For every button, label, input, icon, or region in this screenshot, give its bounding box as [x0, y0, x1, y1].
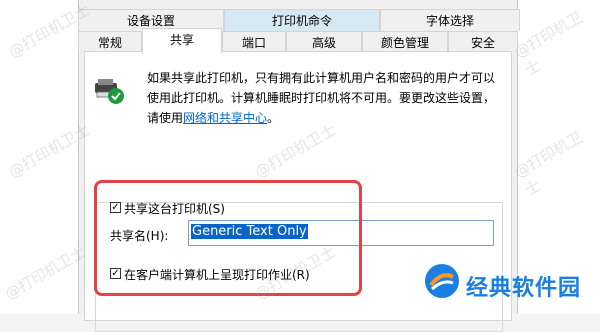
tab-ports[interactable]: 端口 [222, 31, 286, 53]
tab-font-selection[interactable]: 字体选择 [380, 9, 520, 31]
tab-advanced[interactable]: 高级 [286, 31, 362, 53]
tab-ports-label: 端口 [241, 36, 266, 50]
tab-general[interactable]: 常规 [78, 31, 142, 53]
brand-icon [425, 264, 459, 298]
tab-printer-commands-label: 打印机命令 [271, 14, 332, 28]
tab-sharing[interactable]: 共享 [142, 28, 222, 54]
tab-font-selection-label: 字体选择 [425, 14, 474, 28]
sharing-info-tail: 。 [267, 111, 280, 125]
tab-printer-commands[interactable]: 打印机命令 [224, 9, 380, 31]
brand-name: 经典软件园 [466, 276, 582, 301]
tab-color-management[interactable]: 颜色管理 [362, 31, 448, 53]
brand-logo: 经典软件园 [424, 263, 594, 307]
tab-security-label: 安全 [470, 36, 495, 50]
highlight-annotation [94, 180, 362, 296]
tab-general-label: 常规 [97, 36, 122, 50]
tab-color-management-label: 颜色管理 [380, 36, 429, 50]
tab-device-settings-label: 设备设置 [126, 14, 175, 28]
tab-security[interactable]: 安全 [448, 31, 518, 53]
sharing-info-text: 如果共享此打印机，只有拥有此计算机用户名和密码的用户才可以使用此打印机。计算机睡… [147, 68, 503, 128]
shared-printer-icon [95, 79, 124, 104]
tab-advanced-label: 高级 [311, 36, 336, 50]
tab-sharing-label: 共享 [169, 33, 194, 47]
network-sharing-center-link[interactable]: 网络和共享中心 [183, 111, 267, 125]
